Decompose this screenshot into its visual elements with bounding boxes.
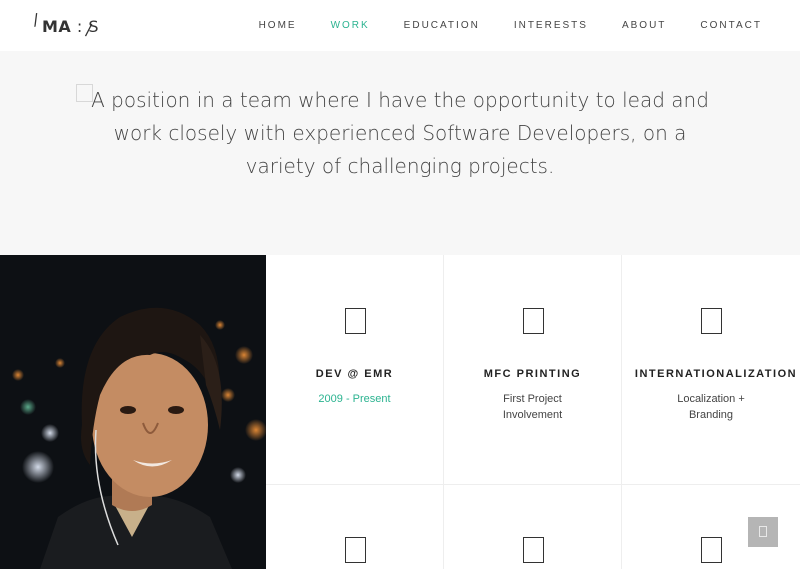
nav-education[interactable]: EDUCATION: [404, 20, 480, 31]
work-item[interactable]: [266, 485, 444, 569]
work-item[interactable]: [444, 485, 622, 569]
placeholder-icon: [523, 308, 544, 334]
work-item-title: MFC PRINTING: [483, 368, 582, 380]
work-item-title: DEV @ EMR: [315, 368, 394, 380]
nav-interests[interactable]: INTERESTS: [514, 20, 588, 31]
placeholder-icon: [523, 537, 544, 563]
work-item-subtitle: Localization + Branding: [677, 393, 745, 421]
profile-photo: [0, 255, 266, 569]
work-item-subtitle: First Project Involvement: [502, 393, 563, 421]
site-header: / MA : S / HOME WORK EDUCATION INTERESTS…: [0, 0, 800, 51]
placeholder-icon: [701, 308, 722, 334]
placeholder-icon: [345, 308, 366, 334]
nav-work[interactable]: WORK: [331, 20, 370, 31]
site-logo[interactable]: / MA : S /: [31, 9, 98, 42]
work-grid: DEV @ EMR 2009 - Present MFC PRINTING Fi…: [266, 255, 800, 569]
work-item-title: INTERNATIONALIZATION: [634, 368, 798, 380]
scroll-to-top-button[interactable]: [748, 517, 778, 547]
nav-about[interactable]: ABOUT: [622, 20, 666, 31]
logo-slash-left: /: [31, 9, 40, 30]
work-item-subtitle: 2009 - Present: [318, 393, 391, 405]
work-item-mfc-printing[interactable]: MFC PRINTING First Project Involvement: [444, 255, 622, 485]
placeholder-icon: [701, 537, 722, 563]
nav-contact[interactable]: CONTACT: [700, 20, 762, 31]
placeholder-icon: [345, 537, 366, 563]
objective-section: A position in a team where I have the op…: [0, 51, 800, 255]
profile-photo-image: [0, 255, 266, 569]
main-nav: HOME WORK EDUCATION INTERESTS ABOUT CONT…: [225, 20, 762, 31]
nav-home[interactable]: HOME: [259, 20, 297, 31]
objective-text: A position in a team where I have the op…: [91, 88, 709, 178]
work-item-internationalization[interactable]: INTERNATIONALIZATION Localization + Bran…: [622, 255, 800, 485]
arrow-up-icon: [759, 526, 767, 537]
work-item-dev-emr[interactable]: DEV @ EMR 2009 - Present: [266, 255, 444, 485]
